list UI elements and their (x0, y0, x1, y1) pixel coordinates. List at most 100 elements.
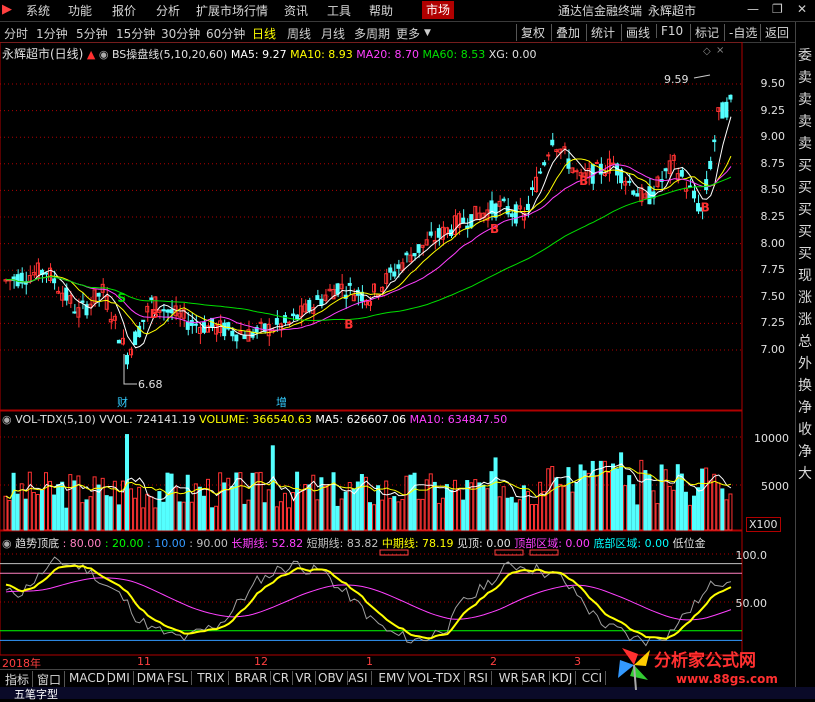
candle-body (282, 315, 287, 323)
add-watchlist-button[interactable]: -自选 (724, 24, 757, 41)
menu-analysis[interactable]: 分析 (156, 2, 180, 19)
trend-title: 趋势顶底 (15, 537, 60, 550)
ma60-value: MA60: 8.53 (422, 48, 486, 61)
app-logo-icon[interactable]: ▶ (2, 2, 12, 17)
volume-bar (558, 483, 563, 531)
f10-button[interactable]: F10 (656, 24, 683, 38)
tab-trix[interactable]: TRIX (194, 671, 229, 685)
tab-sar[interactable]: SAR (518, 671, 550, 685)
menu-system[interactable]: 系统 (26, 2, 50, 19)
volume-bar (631, 484, 636, 531)
volume-bar (432, 481, 437, 531)
tab-obv[interactable]: OBV (315, 671, 348, 685)
side-label: 卖 (798, 92, 812, 108)
candle-body (594, 162, 599, 165)
draw-line-button[interactable]: 画线 (621, 24, 650, 41)
volume-bar (153, 507, 158, 531)
restore-icon[interactable]: ❐ (772, 2, 783, 16)
close-panel-icon[interactable]: × (716, 45, 724, 56)
price-panel-header: 永辉超市(日线) ▲ ◉ BS操盘线(5,10,20,60) MA5: 9.27… (2, 45, 537, 62)
increase-marker[interactable]: 增 (276, 394, 287, 410)
candle-body (436, 228, 441, 238)
candle-body (149, 297, 154, 300)
volume-bar (72, 480, 77, 531)
tab-macd[interactable]: MACD (66, 671, 109, 685)
volume-bar (218, 472, 223, 531)
tab-cci[interactable]: CCI (579, 671, 607, 685)
adjust-button[interactable]: 复权 (516, 24, 545, 41)
close-icon[interactable]: ✕ (797, 2, 807, 16)
tab-vr[interactable]: VR (292, 671, 316, 685)
period-15min[interactable]: 15分钟 (116, 25, 155, 42)
high-pointer (693, 74, 711, 79)
candle-body (416, 244, 421, 253)
period-more[interactable]: 更多 (396, 25, 420, 42)
back-button[interactable]: 返回 (760, 24, 789, 41)
statistics-button[interactable]: 统计 (586, 24, 615, 41)
candle-body (687, 185, 692, 188)
volume-bar (538, 481, 543, 531)
menu-market-active[interactable]: 市场 (422, 1, 455, 19)
diamond-icon[interactable]: ◇ (703, 46, 711, 57)
volume-bar (359, 474, 364, 531)
tab-emv[interactable]: EMV (375, 671, 409, 685)
ma60-line (5, 176, 732, 322)
menu-extended-market[interactable]: 扩展市场行情 (196, 2, 268, 19)
volume-bar (611, 463, 615, 531)
period-monthly[interactable]: 月线 (321, 25, 345, 42)
signal-marker: B (579, 174, 588, 188)
more-dropdown-icon[interactable]: ▼ (424, 28, 431, 38)
tab-kdj[interactable]: KDJ (549, 671, 577, 685)
volume-bar (655, 503, 660, 531)
volume-bar (392, 496, 397, 531)
side-label: 净 (798, 444, 812, 460)
volume-bar (574, 482, 579, 531)
volume-bar (380, 499, 385, 531)
candle-body (627, 180, 632, 183)
price-ytick: 8.25 (760, 210, 786, 223)
volume-bar (197, 486, 202, 531)
menu-news[interactable]: 资讯 (284, 2, 308, 19)
tab-brar[interactable]: BRAR (232, 671, 272, 685)
menu-tools[interactable]: 工具 (327, 2, 351, 19)
period-daily[interactable]: 日线 (252, 25, 276, 42)
volume-bar (635, 504, 640, 531)
financial-marker[interactable]: 财 (117, 394, 128, 410)
menu-function[interactable]: 功能 (68, 2, 92, 19)
tab-cr[interactable]: CR (269, 671, 294, 685)
period-1min[interactable]: 1分钟 (36, 25, 68, 42)
candle-body (501, 198, 506, 202)
volume-bar (104, 495, 109, 531)
period-5min[interactable]: 5分钟 (76, 25, 108, 42)
volume-bar (242, 503, 247, 531)
period-60min[interactable]: 60分钟 (206, 25, 245, 42)
candle-body (230, 330, 235, 337)
candlestick-chart[interactable]: S B B B B B (0, 42, 795, 669)
volume-bar (201, 495, 206, 531)
volume-bar (60, 481, 65, 531)
overlay-button[interactable]: 叠加 (551, 24, 580, 41)
volume-bar (659, 464, 664, 531)
tab-asi[interactable]: ASI (345, 671, 372, 685)
volume-bar (80, 502, 85, 531)
tab-rsi[interactable]: RSI (465, 671, 492, 685)
indicator-name: BS操盘线(5,10,20,60) (111, 48, 228, 61)
candle-body (64, 287, 69, 301)
minimize-icon[interactable]: — (747, 2, 759, 16)
tab-vol-tdx[interactable]: VOL-TDX (406, 671, 465, 685)
candle-body (96, 292, 101, 297)
side-label: 买 (798, 246, 812, 262)
period-multi[interactable]: 多周期 (354, 25, 390, 42)
candle-body (80, 300, 85, 303)
period-intraday[interactable]: 分时 (4, 25, 28, 42)
volume-bar (287, 507, 291, 531)
mark-button[interactable]: 标记 (690, 24, 719, 41)
period-weekly[interactable]: 周线 (287, 25, 311, 42)
menu-help[interactable]: 帮助 (369, 2, 393, 19)
tab-fsl[interactable]: FSL (164, 671, 192, 685)
menu-quote[interactable]: 报价 (112, 2, 136, 19)
period-30min[interactable]: 30分钟 (161, 25, 200, 42)
indicator-select-icon: ◉ (98, 48, 109, 61)
tab-dmi[interactable]: DMI (104, 671, 134, 685)
trend-line (5, 556, 732, 647)
